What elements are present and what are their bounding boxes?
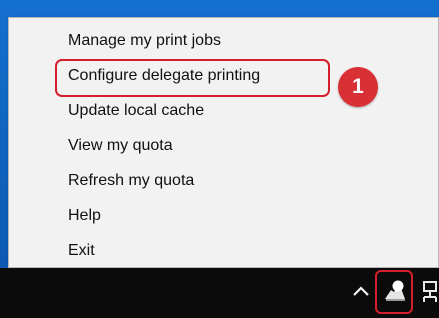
tray-context-menu: Manage my print jobs Configure delegate … — [8, 17, 439, 268]
print-client-icon[interactable] — [375, 270, 413, 314]
menu-item-refresh-quota[interactable]: Refresh my quota — [9, 164, 438, 198]
menu-item-exit[interactable]: Exit — [9, 234, 438, 268]
taskbar — [0, 268, 439, 318]
highlight-box — [55, 59, 330, 97]
chevron-up-icon[interactable] — [349, 280, 373, 304]
menu-item-help[interactable]: Help — [9, 199, 438, 233]
menu-item-manage-print-jobs[interactable]: Manage my print jobs — [9, 24, 438, 58]
network-icon[interactable] — [421, 279, 439, 305]
menu-item-view-quota[interactable]: View my quota — [9, 129, 438, 163]
step-badge: 1 — [338, 67, 378, 107]
